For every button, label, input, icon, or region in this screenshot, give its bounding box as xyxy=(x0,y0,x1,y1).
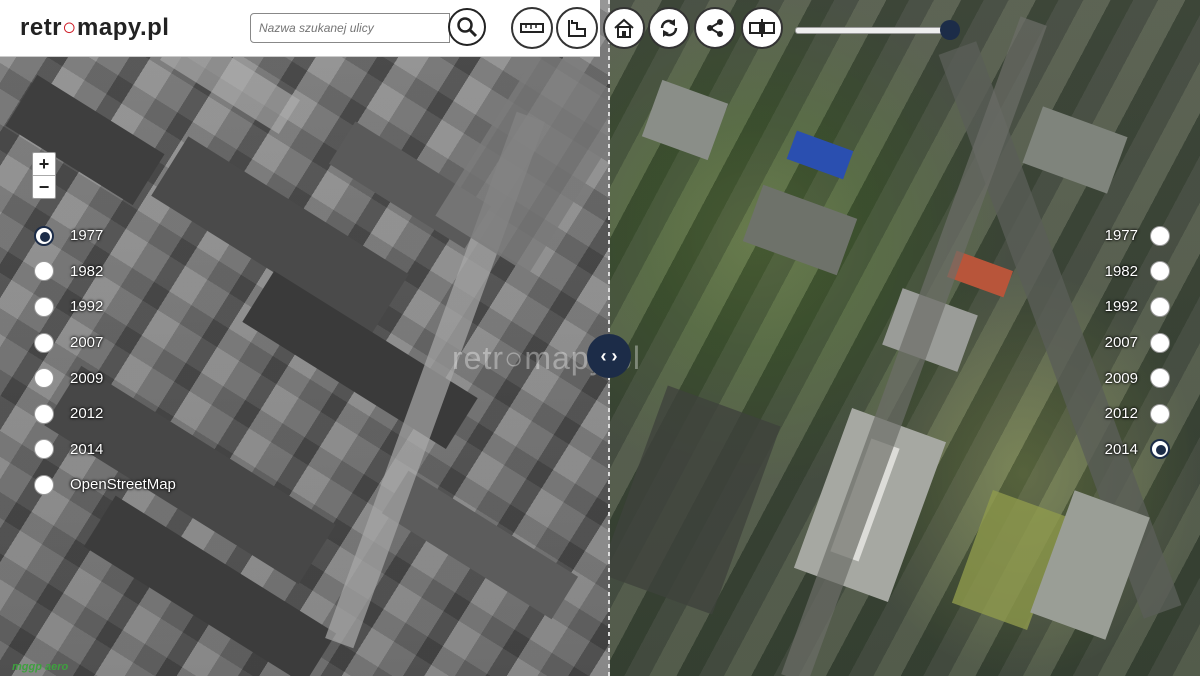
left-layer-option[interactable]: 1977 xyxy=(34,218,176,254)
radio[interactable] xyxy=(34,296,54,317)
zoom-control: + − xyxy=(32,152,56,199)
layer-label: 2012 xyxy=(70,405,104,423)
layer-label: 1992 xyxy=(70,298,104,316)
right-layer-option[interactable]: 2009 xyxy=(1105,360,1170,396)
layer-label: 1982 xyxy=(1104,262,1138,280)
radio[interactable] xyxy=(34,261,54,282)
measure-area-button[interactable] xyxy=(556,7,598,49)
top-bar: retr○mapy.pl xyxy=(0,0,600,57)
right-layer-option[interactable]: 2007 xyxy=(1105,325,1170,361)
layer-label: 1977 xyxy=(1104,227,1138,245)
swipe-handle[interactable]: ‹ › xyxy=(587,334,631,378)
left-layer-list: 1977 1982 1992 2007 2009 2012 2014 OpenS… xyxy=(34,218,176,503)
radio[interactable] xyxy=(34,439,54,460)
layer-label: 1977 xyxy=(70,227,104,245)
layer-label: 2014 xyxy=(1104,440,1138,458)
radio[interactable] xyxy=(34,368,54,389)
layer-label: OpenStreetMap xyxy=(70,476,176,494)
layer-label: 2007 xyxy=(70,334,104,352)
logo[interactable]: retr○mapy.pl xyxy=(20,14,169,42)
layer-label: 2007 xyxy=(1104,334,1138,352)
ruler-icon xyxy=(520,23,544,33)
radio[interactable] xyxy=(1150,225,1170,246)
swipe-arrows-icon: ‹ › xyxy=(600,345,618,366)
refresh-icon xyxy=(660,19,678,37)
left-layer-option[interactable]: 2012 xyxy=(34,396,176,432)
radio[interactable] xyxy=(1150,368,1170,389)
radio[interactable] xyxy=(1150,296,1170,317)
right-layer-option[interactable]: 2014 xyxy=(1105,432,1170,468)
opacity-slider[interactable] xyxy=(795,27,947,34)
zoom-out-button[interactable]: − xyxy=(33,175,55,198)
radio[interactable] xyxy=(1150,403,1170,424)
layer-label: 2009 xyxy=(1104,369,1138,387)
logo-text-a: retr xyxy=(20,14,63,41)
left-layer-option[interactable]: 2007 xyxy=(34,325,176,361)
radio[interactable] xyxy=(1150,332,1170,353)
radio-selected[interactable] xyxy=(1150,439,1170,460)
compare-icon xyxy=(749,19,775,37)
search-button[interactable] xyxy=(448,8,486,46)
share-icon xyxy=(707,19,723,37)
layer-label: 1992 xyxy=(1104,298,1138,316)
area-measure-icon xyxy=(568,20,586,37)
logo-text-b: mapy.pl xyxy=(77,14,170,41)
opacity-slider-knob[interactable] xyxy=(940,20,960,40)
home-icon xyxy=(614,18,634,38)
left-layer-option[interactable]: 2014 xyxy=(34,432,176,468)
left-layer-option[interactable]: 1982 xyxy=(34,254,176,290)
right-layer-option[interactable]: 1977 xyxy=(1105,218,1170,254)
layer-label: 2009 xyxy=(70,369,104,387)
search-icon xyxy=(457,17,478,38)
radio[interactable] xyxy=(34,474,54,495)
home-button[interactable] xyxy=(603,7,645,49)
radio[interactable] xyxy=(34,403,54,424)
layer-label: 2014 xyxy=(70,440,104,458)
left-layer-option[interactable]: 2009 xyxy=(34,360,176,396)
measure-distance-button[interactable] xyxy=(511,7,553,49)
radio[interactable] xyxy=(1150,261,1170,282)
refresh-button[interactable] xyxy=(648,7,690,49)
left-layer-option[interactable]: 1992 xyxy=(34,289,176,325)
left-layer-option[interactable]: OpenStreetMap xyxy=(34,467,176,503)
right-layer-option[interactable]: 2012 xyxy=(1105,396,1170,432)
search-input[interactable] xyxy=(250,13,450,43)
right-layer-option[interactable]: 1982 xyxy=(1105,254,1170,290)
radio[interactable] xyxy=(34,332,54,353)
share-button[interactable] xyxy=(694,7,736,49)
logo-mark-icon: ○ xyxy=(62,14,78,41)
zoom-in-button[interactable]: + xyxy=(33,153,55,175)
imagery-credit: mggp aero xyxy=(12,661,69,673)
layer-label: 2012 xyxy=(1104,405,1138,423)
right-layer-list: 1977 1982 1992 2007 2009 2012 2014 xyxy=(1105,218,1170,467)
radio-selected[interactable] xyxy=(34,225,54,246)
layer-label: 1982 xyxy=(70,262,104,280)
right-layer-option[interactable]: 1992 xyxy=(1105,289,1170,325)
compare-mode-button[interactable] xyxy=(741,7,783,49)
